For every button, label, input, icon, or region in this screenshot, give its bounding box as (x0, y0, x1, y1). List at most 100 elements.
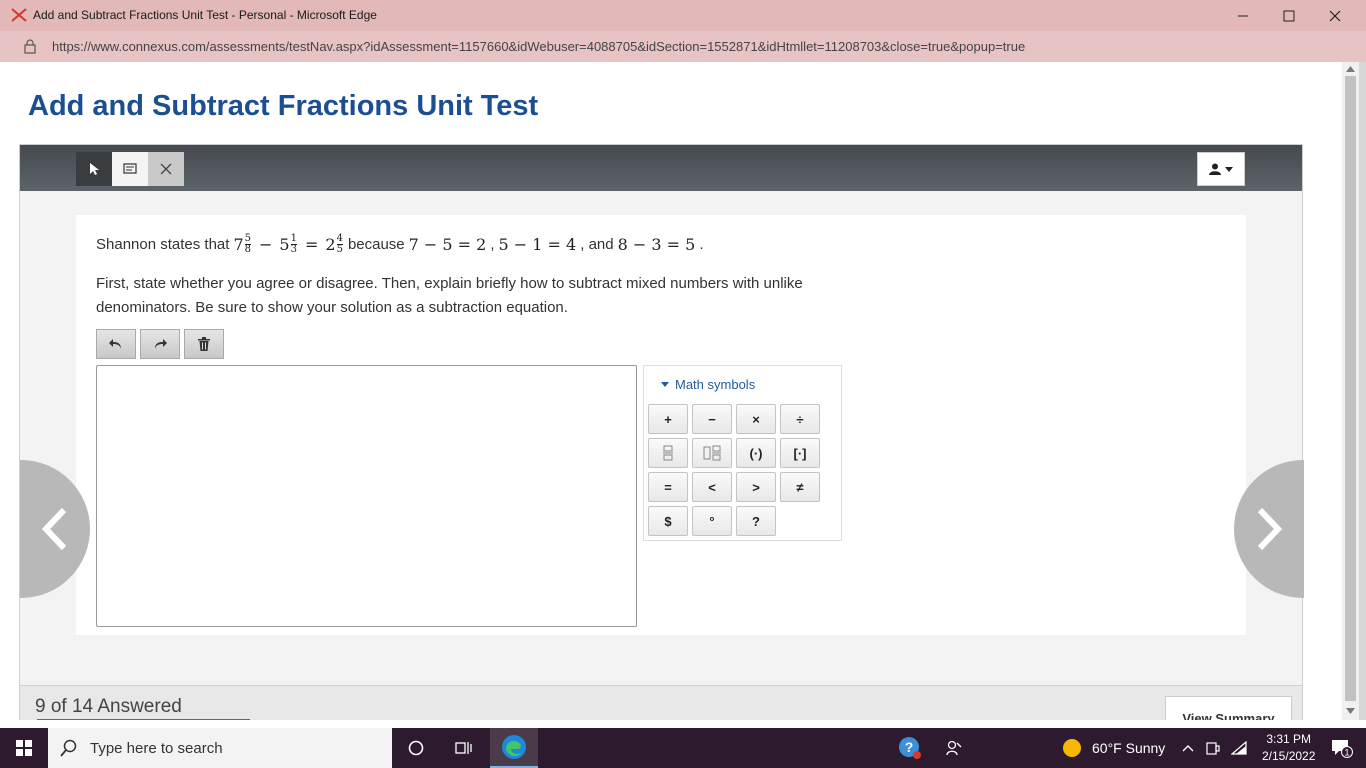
undo-icon (109, 339, 121, 349)
maximize-button[interactable] (1266, 0, 1312, 31)
device-tray-button[interactable] (1200, 728, 1226, 768)
scroll-up-icon (1346, 66, 1355, 72)
url-text[interactable]: https://www.connexus.com/assessments/tes… (52, 39, 1025, 54)
sun-icon (1063, 739, 1081, 757)
note-icon (123, 163, 137, 174)
undo-button[interactable] (96, 329, 136, 359)
equation-numerator: 5 − 1 = 4 (498, 235, 577, 254)
task-view-button[interactable] (440, 728, 488, 768)
mixed3-whole: 2 (325, 235, 336, 254)
symbol-question[interactable]: ? (736, 506, 776, 536)
start-button[interactable] (0, 728, 48, 768)
close-window-button[interactable] (1312, 0, 1358, 31)
task-view-icon (455, 742, 472, 754)
symbol-less-than[interactable]: < (692, 472, 732, 502)
mixed-number-icon (703, 445, 721, 461)
address-bar[interactable]: https://www.connexus.com/assessments/tes… (0, 31, 1366, 62)
answered-progress-bar (37, 719, 250, 720)
fraction-icon (663, 445, 673, 461)
period: . (699, 236, 704, 253)
taskbar-search[interactable]: Type here to search (48, 728, 392, 768)
clear-button[interactable] (184, 329, 224, 359)
pointer-tool-button[interactable] (76, 152, 112, 186)
fraction-3-denominator: 5 (336, 244, 343, 255)
notes-tool-button[interactable] (112, 152, 148, 186)
connexus-logo-icon (11, 8, 27, 22)
clock-date: 2/15/2022 (1262, 749, 1316, 763)
and-text: , and (580, 236, 614, 253)
mixed2-whole: 5 (279, 235, 290, 254)
scroll-down-icon (1346, 708, 1355, 714)
svg-text:?: ? (905, 739, 914, 755)
test-footer: 9 of 14 Answered View Summary (20, 685, 1302, 720)
people-icon (946, 740, 962, 756)
answered-count: 9 of 14 Answered (35, 696, 182, 717)
edge-taskbar-button[interactable] (490, 728, 538, 768)
fraction-2-numerator: 1 (290, 233, 297, 244)
symbol-dollar[interactable]: $ (648, 506, 688, 536)
wifi-icon (1231, 741, 1247, 755)
close-icon (1329, 10, 1341, 21)
separator: , (490, 236, 495, 253)
clock-time: 3:31 PM (1266, 732, 1312, 746)
caret-down-icon (661, 382, 669, 387)
cortana-button[interactable] (392, 728, 440, 768)
equation-denominator: 8 − 3 = 5 (617, 235, 696, 254)
chevron-left-icon (41, 507, 67, 551)
user-icon (1209, 163, 1221, 175)
window-edge (0, 62, 8, 720)
minimize-icon (1238, 15, 1248, 16)
question-card: Shannon states that 7 58 − 5 13 = 2 45 b… (76, 215, 1246, 635)
symbol-minus[interactable]: − (692, 404, 732, 434)
symbol-greater-than[interactable]: > (736, 472, 776, 502)
symbol-not-equal[interactable]: ≠ (780, 472, 820, 502)
notifications-button[interactable]: 1 (1318, 728, 1366, 768)
page-scrollbar[interactable] (1342, 62, 1359, 720)
eliminator-tool-button[interactable] (148, 152, 184, 186)
symbol-plus[interactable]: + (648, 404, 688, 434)
question-prefix: Shannon states that (96, 236, 230, 253)
edge-browser-icon (502, 735, 526, 759)
minimize-button[interactable] (1220, 0, 1266, 31)
help-tray-button[interactable]: ? (886, 728, 934, 768)
scrollbar-thumb[interactable] (1345, 76, 1356, 701)
weather-tray-button[interactable] (1050, 728, 1094, 768)
symbol-brackets[interactable]: [·] (780, 438, 820, 468)
equation-shannon: 7 58 − 5 13 = 2 45 (233, 234, 344, 255)
symbol-fraction[interactable] (648, 438, 688, 468)
view-summary-button[interactable]: View Summary (1165, 696, 1292, 720)
chevron-up-icon (1182, 745, 1194, 752)
answer-textarea[interactable] (96, 365, 637, 627)
equals-sign: = (304, 235, 319, 254)
minus-sign: − (259, 235, 273, 254)
test-frame: Shannon states that 7 58 − 5 13 = 2 45 b… (19, 144, 1304, 720)
search-icon (60, 739, 77, 757)
x-icon (160, 163, 172, 175)
equation-whole: 7 − 5 = 2 (408, 235, 487, 254)
fraction-2: 13 (290, 233, 297, 255)
browser-titlebar: Add and Subtract Fractions Unit Test - P… (0, 0, 1366, 31)
math-symbols-toggle[interactable]: Math symbols (661, 377, 755, 392)
symbol-mixed-number[interactable] (692, 438, 732, 468)
question-instructions: First, state whether you agree or disagr… (96, 275, 803, 316)
show-hidden-icons-button[interactable] (1176, 728, 1200, 768)
trash-icon (198, 337, 210, 351)
caret-down-icon (1225, 166, 1233, 172)
symbol-divide[interactable]: ÷ (780, 404, 820, 434)
user-menu-button[interactable] (1197, 152, 1245, 186)
symbol-times[interactable]: × (736, 404, 776, 434)
people-tray-button[interactable] (930, 728, 978, 768)
taskbar-clock[interactable]: 3:31 PM 2/15/2022 (1262, 731, 1315, 765)
fraction-3-numerator: 4 (336, 233, 343, 244)
fraction-2-denominator: 3 (290, 244, 297, 255)
symbol-parentheses[interactable]: (·) (736, 438, 776, 468)
cursor-icon (90, 163, 99, 175)
windows-logo-icon (16, 740, 32, 756)
chevron-right-icon (1257, 507, 1283, 551)
question-statement: Shannon states that 7 58 − 5 13 = 2 45 b… (96, 234, 703, 255)
redo-button[interactable] (140, 329, 180, 359)
network-tray-button[interactable] (1226, 728, 1252, 768)
symbol-degree[interactable]: ° (692, 506, 732, 536)
weather-text[interactable]: 60°F Sunny (1092, 740, 1165, 756)
symbol-equals[interactable]: = (648, 472, 688, 502)
